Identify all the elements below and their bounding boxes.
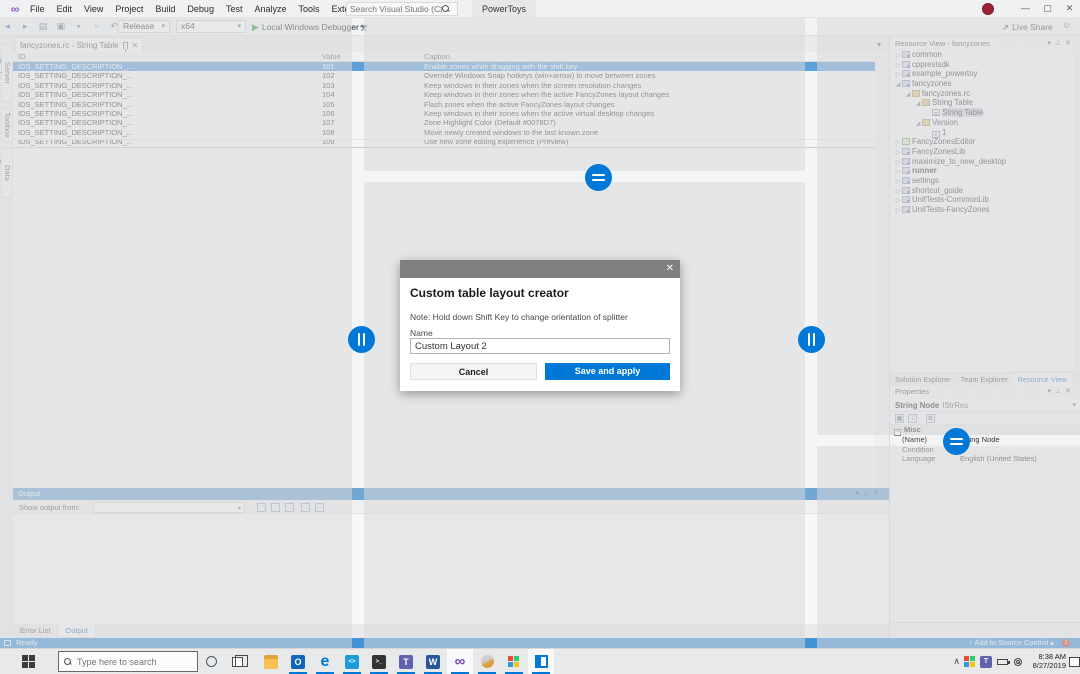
layout-name-input[interactable] [410,338,670,354]
dialog-titlebar[interactable]: ✕ [400,260,680,278]
fancyzones-editor-icon [534,655,548,668]
menu-item-analyze[interactable]: Analyze [248,0,292,18]
zone-splitter-handle[interactable] [797,325,825,353]
taskbar-app-word[interactable]: W [420,649,446,674]
save-and-apply-button[interactable]: Save and apply [545,363,670,380]
taskbar-app-outlook[interactable]: O [285,649,311,674]
paint-tool-icon [478,653,496,670]
tray-time: 8:38 AM [1038,652,1066,661]
name-field-label: Name [410,328,433,338]
zone-rectangle-3 [364,182,805,648]
zone-rectangle-1 [0,18,352,648]
vs-search-input[interactable] [350,4,442,14]
property-row-name[interactable]: (Name) String Node [890,435,1080,445]
cortana-icon[interactable] [206,656,217,667]
tray-teams-icon[interactable]: T [980,656,992,668]
windows-taskbar: Oe<>>_TW∞ ∧ T 8:38 AM 8/27/2019 [0,648,1080,674]
cancel-button[interactable]: Cancel [410,363,537,380]
zone-splitter-handle[interactable] [942,427,970,455]
dialog-note: Note: Hold down Shift Key to change orie… [410,312,628,322]
taskbar-clock[interactable]: 8:38 AM 8/27/2019 [1028,652,1066,670]
taskbar-app-visual-studio[interactable]: ∞ [447,649,473,674]
menu-item-debug[interactable]: Debug [181,0,220,18]
menu-item-tools[interactable]: Tools [293,0,326,18]
dialog-close-icon[interactable]: ✕ [666,263,674,274]
vscode-icon: <> [345,654,359,669]
taskbar-search-box[interactable] [58,651,198,672]
taskbar-app-teams[interactable]: T [393,649,419,674]
visual-studio-icon: ∞ [454,652,466,670]
task-view-icon[interactable] [232,655,248,667]
zone-splitter-handle[interactable] [347,325,375,353]
vs-title-bar: ∞ File Edit View Project Build Debug Test Analy… [0,0,1080,18]
taskbar-app-color-grid-app[interactable] [501,649,527,674]
color-grid-app-icon [508,655,520,668]
menu-item-file[interactable]: File [24,0,51,18]
zone-rectangle-2 [364,18,805,171]
menu-item-view[interactable]: View [78,0,109,18]
zone-rectangle-5 [817,446,1080,648]
taskbar-app-vscode[interactable]: <> [339,649,365,674]
window-minimize-button[interactable]: — [1015,0,1036,16]
menu-item-project[interactable]: Project [109,0,149,18]
tray-date: 8/27/2019 [1032,661,1066,670]
zone-splitter-handle[interactable] [584,163,612,191]
visual-studio-logo-icon: ∞ [10,2,20,16]
taskbar-search-input[interactable] [77,656,187,667]
file-explorer-icon [264,654,278,669]
taskbar-app-edge[interactable]: e [312,649,338,674]
zone-rectangle-4 [817,18,1080,435]
action-center-icon[interactable] [1069,657,1080,667]
battery-icon[interactable] [997,659,1010,665]
word-icon: W [426,654,440,669]
user-avatar[interactable] [982,3,994,15]
taskbar-app-terminal[interactable]: >_ [366,649,392,674]
search-icon [64,657,72,666]
menu-item-powertoys[interactable]: PowerToys [472,0,537,18]
menu-item-edit[interactable]: Edit [51,0,79,18]
taskbar-app-paint-tool[interactable] [474,649,500,674]
start-button[interactable] [22,655,36,669]
taskbar-app-file-explorer[interactable] [258,649,284,674]
dialog-title: Custom table layout creator [410,286,569,300]
window-close-button[interactable]: ✕ [1059,0,1080,16]
window-maximize-button[interactable]: ▢ [1037,0,1058,16]
tray-chevron-icon[interactable]: ∧ [953,656,960,667]
custom-layout-dialog: ✕ Custom table layout creator Note: Hold… [400,260,680,391]
vs-search-box[interactable] [346,2,458,16]
tray-color-grid-icon[interactable] [964,656,976,668]
terminal-icon: >_ [372,654,386,669]
outlook-icon: O [291,654,305,669]
edge-icon: e [320,652,330,670]
wifi-icon[interactable] [1014,658,1024,666]
menu-item-build[interactable]: Build [149,0,181,18]
menu-item-test[interactable]: Test [220,0,249,18]
teams-icon: T [399,654,413,669]
search-icon [442,5,450,13]
taskbar-app-fancyzones-editor[interactable] [528,649,554,674]
